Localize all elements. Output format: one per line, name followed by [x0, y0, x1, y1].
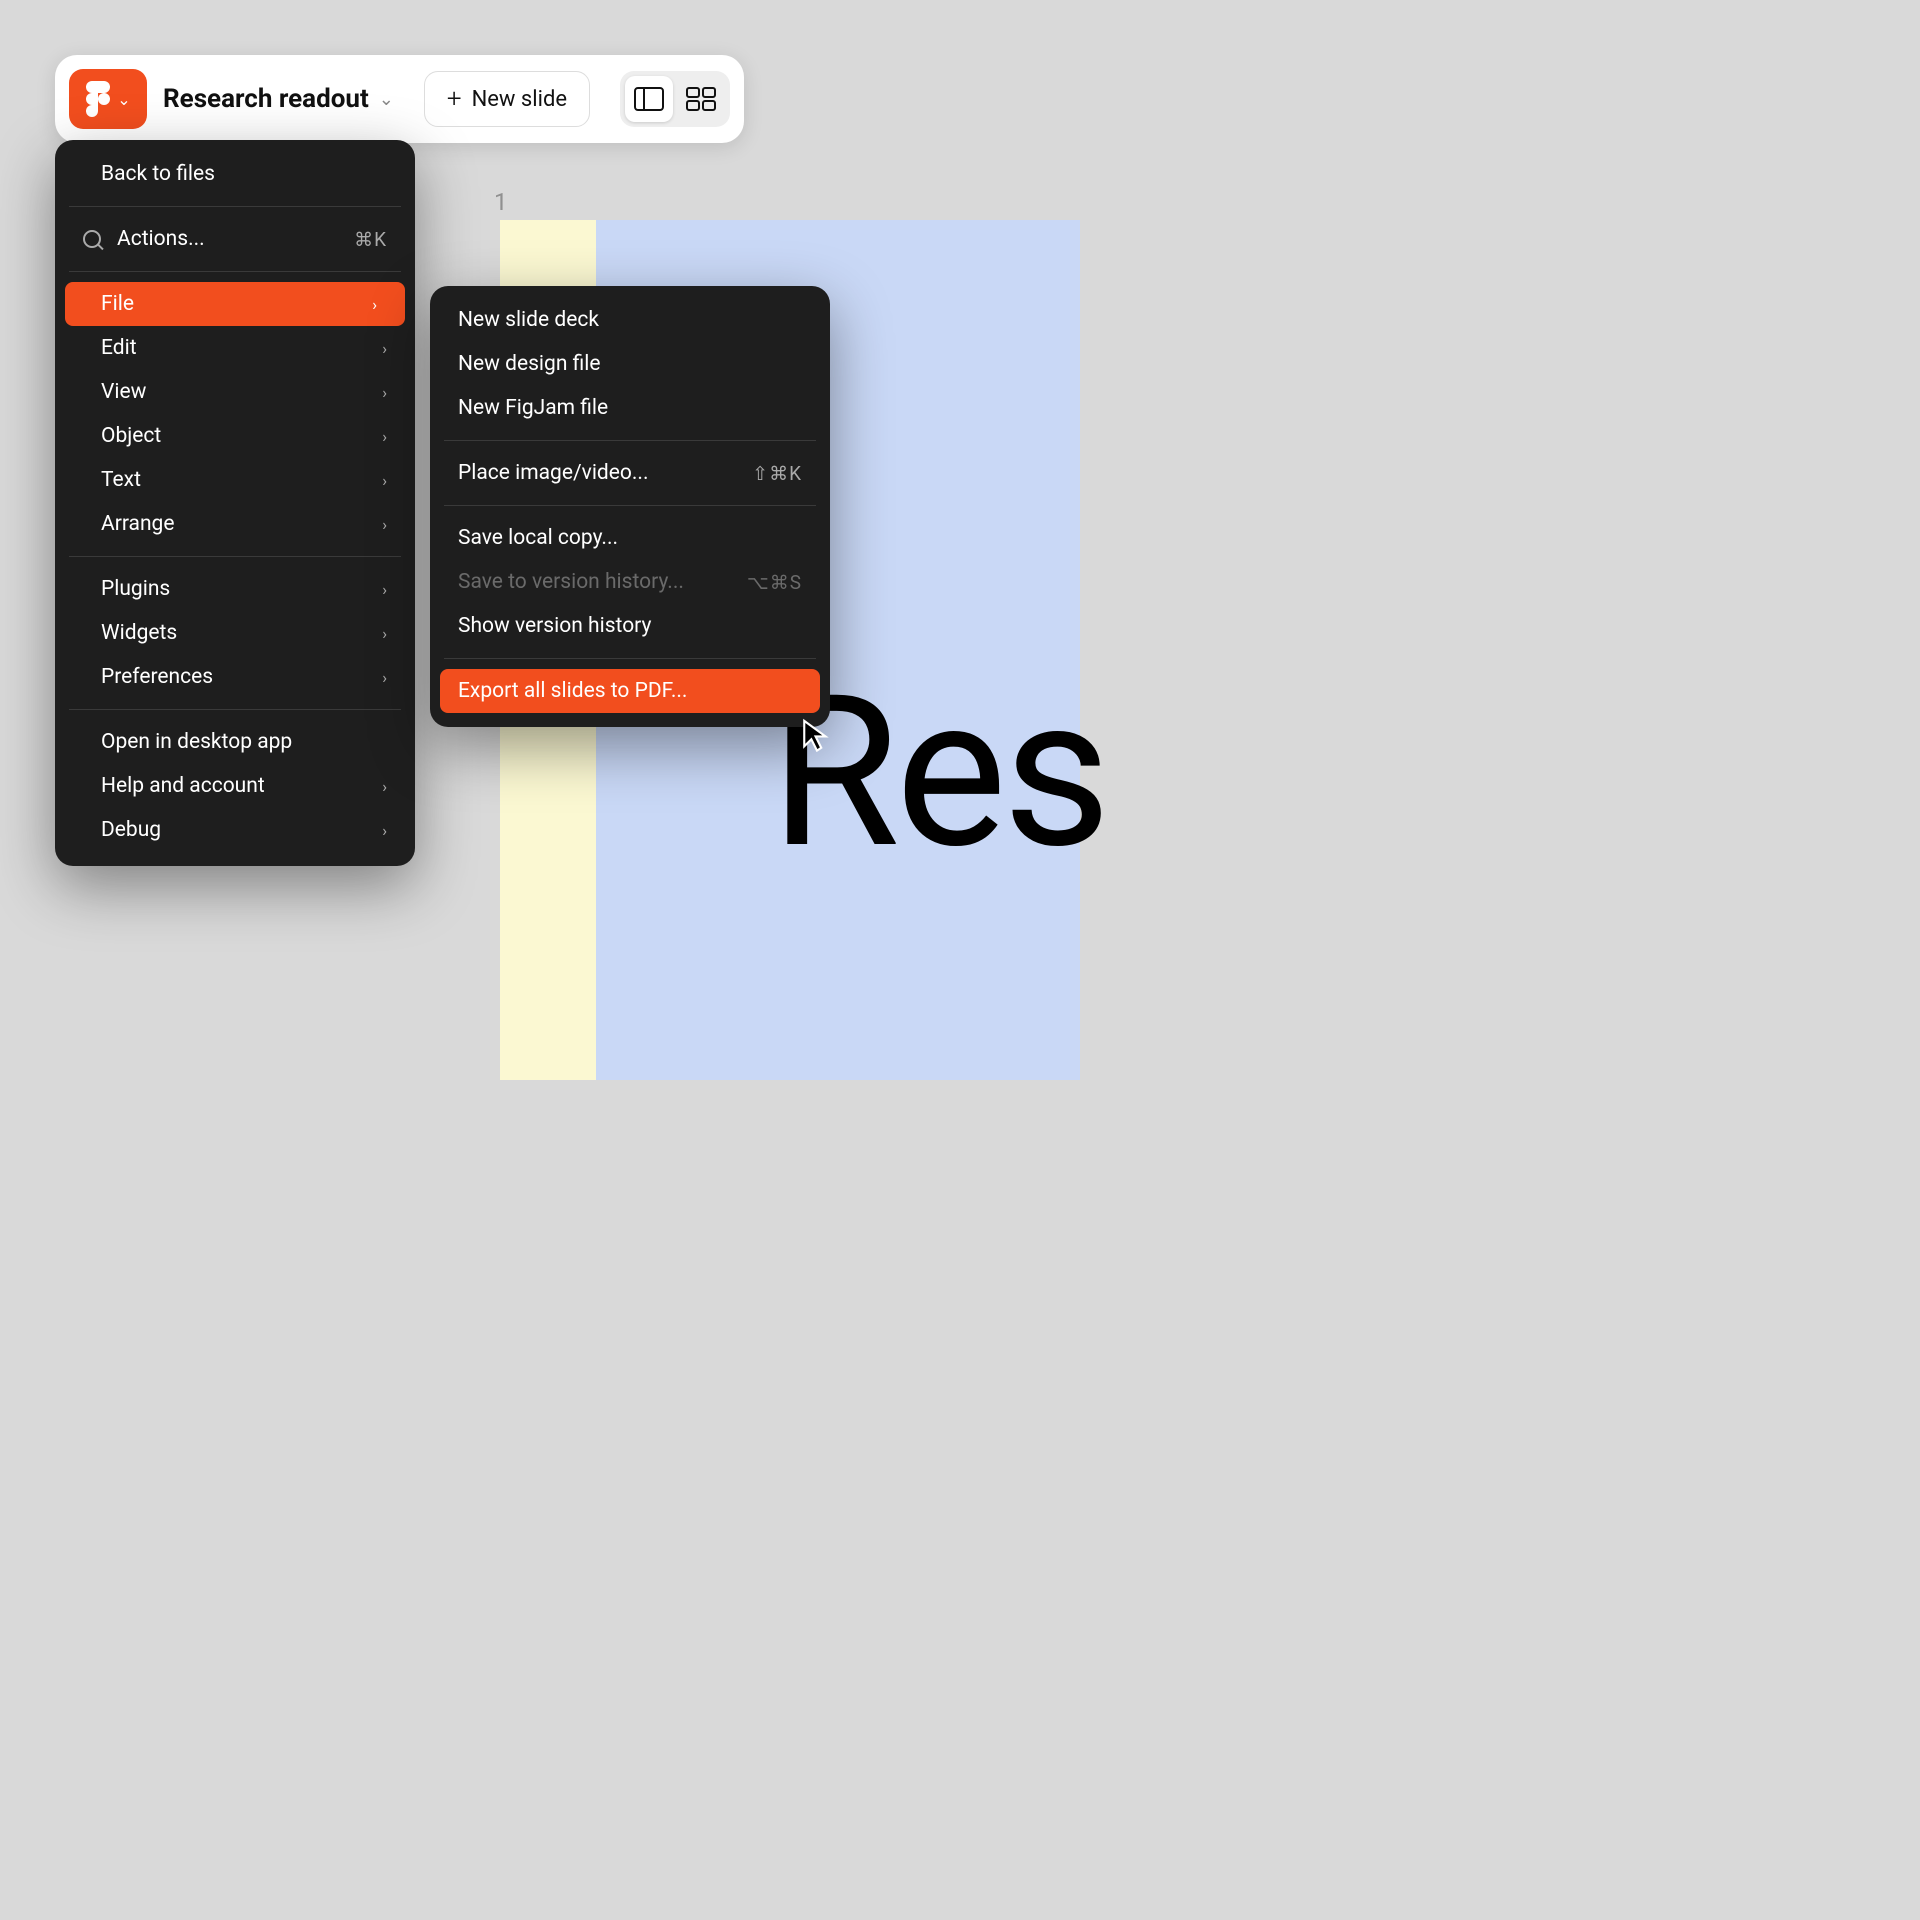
grid-view-icon: [686, 87, 716, 111]
single-view-icon: [634, 87, 664, 111]
view-mode-toggle: [620, 71, 730, 127]
menu-text[interactable]: Text›: [55, 458, 415, 502]
plus-icon: +: [447, 84, 462, 114]
menu-separator: [444, 505, 816, 506]
menu-arrange[interactable]: Arrange›: [55, 502, 415, 546]
slide-number: 1: [494, 188, 508, 216]
chevron-down-icon: ⌄: [379, 89, 394, 110]
shortcut-label: ⌘K: [354, 228, 387, 251]
top-toolbar: ⌄ Research readout ⌄ + New slide: [55, 55, 744, 143]
chevron-right-icon: ›: [382, 668, 387, 687]
chevron-down-icon: ⌄: [117, 90, 130, 109]
submenu-show-version-history[interactable]: Show version history: [430, 604, 830, 648]
menu-help[interactable]: Help and account›: [55, 764, 415, 808]
chevron-right-icon: ›: [382, 821, 387, 840]
chevron-right-icon: ›: [382, 515, 387, 534]
menu-plugins[interactable]: Plugins›: [55, 567, 415, 611]
chevron-right-icon: ›: [382, 339, 387, 358]
menu-open-desktop[interactable]: Open in desktop app: [55, 720, 415, 764]
shortcut-label: ⌥⌘S: [747, 571, 802, 594]
new-slide-label: New slide: [472, 87, 567, 112]
submenu-save-version-history: Save to version history...⌥⌘S: [430, 560, 830, 604]
menu-separator: [69, 556, 401, 557]
mouse-cursor-icon: [800, 718, 834, 752]
menu-back-to-files[interactable]: Back to files: [55, 152, 415, 196]
submenu-export-pdf[interactable]: Export all slides to PDF...: [440, 669, 820, 713]
figma-menu-button[interactable]: ⌄: [69, 69, 147, 129]
chevron-right-icon: ›: [382, 471, 387, 490]
menu-separator: [69, 206, 401, 207]
shortcut-label: ⇧⌘K: [752, 462, 802, 485]
menu-preferences[interactable]: Preferences›: [55, 655, 415, 699]
chevron-right-icon: ›: [382, 383, 387, 402]
menu-edit[interactable]: Edit›: [55, 326, 415, 370]
chevron-right-icon: ›: [372, 295, 377, 314]
menu-debug[interactable]: Debug›: [55, 808, 415, 852]
single-slide-view-button[interactable]: [625, 76, 673, 122]
chevron-right-icon: ›: [382, 580, 387, 599]
menu-separator: [69, 709, 401, 710]
menu-file[interactable]: File›: [65, 282, 405, 326]
new-slide-button[interactable]: + New slide: [424, 71, 590, 127]
chevron-right-icon: ›: [382, 624, 387, 643]
menu-separator: [444, 440, 816, 441]
search-icon: [83, 230, 101, 248]
menu-view[interactable]: View›: [55, 370, 415, 414]
file-name-label: Research readout: [163, 84, 369, 114]
menu-separator: [444, 658, 816, 659]
menu-separator: [69, 271, 401, 272]
grid-view-button[interactable]: [677, 76, 725, 122]
submenu-new-figjam-file[interactable]: New FigJam file: [430, 386, 830, 430]
menu-object[interactable]: Object›: [55, 414, 415, 458]
submenu-save-local[interactable]: Save local copy...: [430, 516, 830, 560]
file-name-dropdown[interactable]: Research readout ⌄: [157, 84, 400, 114]
file-submenu: New slide deck New design file New FigJa…: [430, 286, 830, 727]
main-menu: Back to files Actions... ⌘K File› Edit› …: [55, 140, 415, 866]
chevron-right-icon: ›: [382, 777, 387, 796]
submenu-place-image[interactable]: Place image/video...⇧⌘K: [430, 451, 830, 495]
menu-widgets[interactable]: Widgets›: [55, 611, 415, 655]
submenu-new-slide-deck[interactable]: New slide deck: [430, 298, 830, 342]
submenu-new-design-file[interactable]: New design file: [430, 342, 830, 386]
chevron-right-icon: ›: [382, 427, 387, 446]
figma-logo-icon: [85, 80, 111, 118]
menu-actions[interactable]: Actions... ⌘K: [55, 217, 415, 261]
